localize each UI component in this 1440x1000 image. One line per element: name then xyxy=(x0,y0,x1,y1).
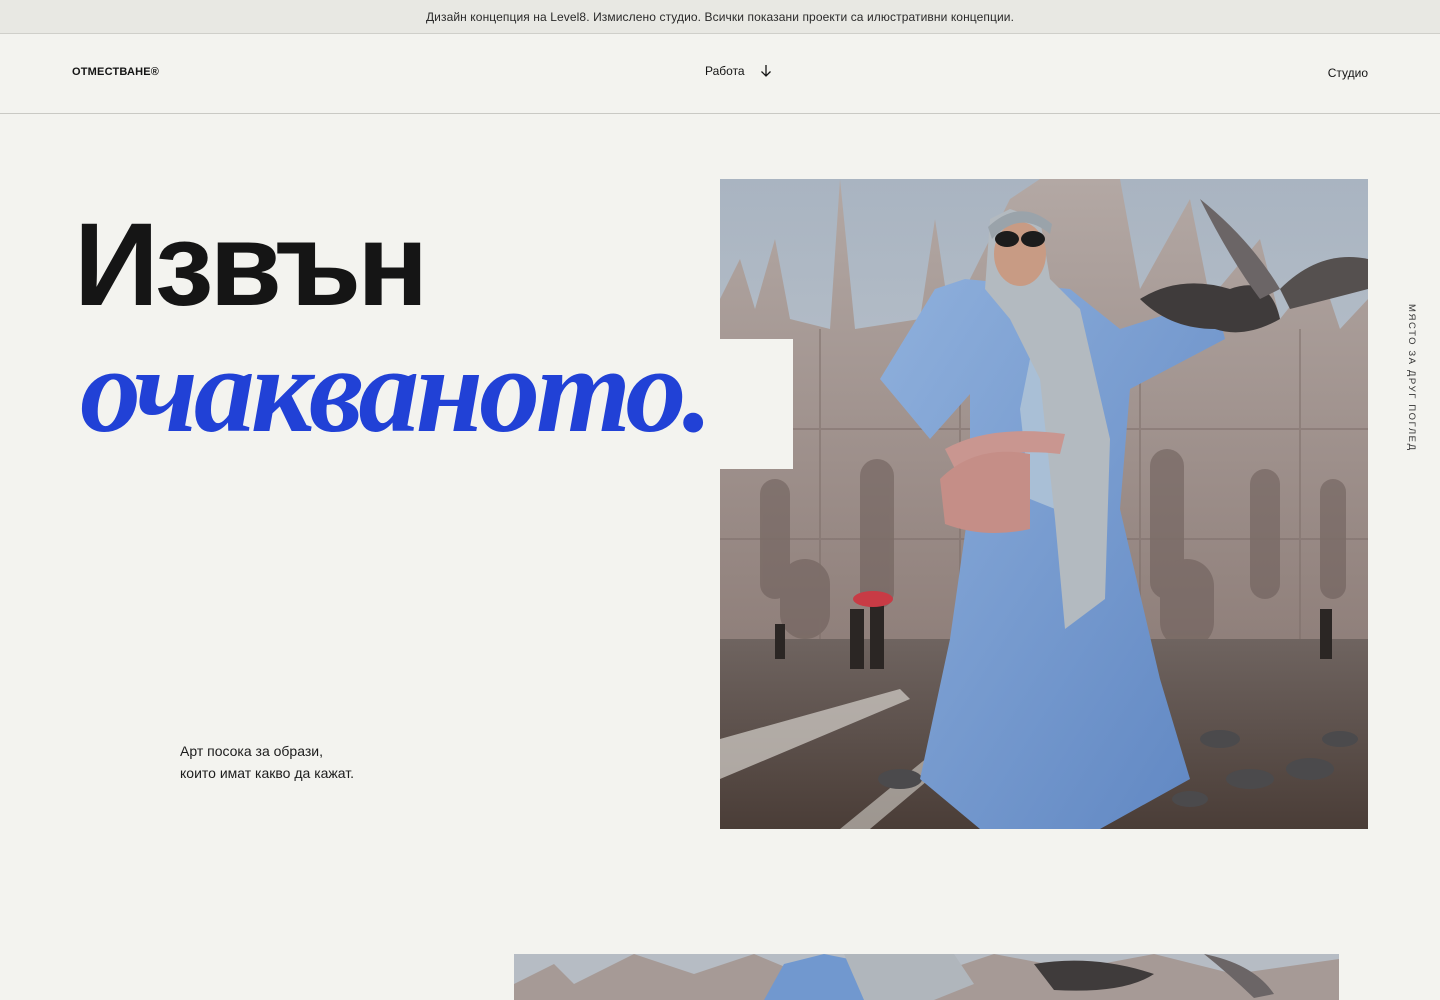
nav-work-link[interactable]: Работа xyxy=(705,64,773,78)
banner-text: Дизайн концепция на Level8. Измислено ст… xyxy=(425,9,1015,24)
hero-photo xyxy=(720,179,1368,829)
hero-tagline: Арт посока за образи, които имат какво д… xyxy=(180,740,354,784)
logo[interactable]: ОТМЕСТВАНЕ® xyxy=(72,66,159,78)
heading-overlap-panel xyxy=(720,339,793,469)
hero-heading-line1: Извън xyxy=(74,199,428,331)
tagline-line2: които имат какво да кажат. xyxy=(180,765,355,781)
tagline-line1: Арт посока за образи, xyxy=(180,743,323,759)
hero-heading-line2: очакваното. xyxy=(80,323,713,458)
nav-work-label: Работа xyxy=(705,64,745,78)
secondary-photo xyxy=(514,954,1339,1000)
main-nav: ОТМЕСТВАНЕ® Работа Студио xyxy=(0,34,1440,114)
nav-studio-link[interactable]: Студио xyxy=(1328,66,1368,80)
arrow-down-icon xyxy=(760,65,771,77)
top-banner: Дизайн концепция на Level8. Измислено ст… xyxy=(0,0,1440,34)
vertical-caption: МЯСТО ЗА ДРУГ ПОГЛЕД xyxy=(1406,304,1417,452)
